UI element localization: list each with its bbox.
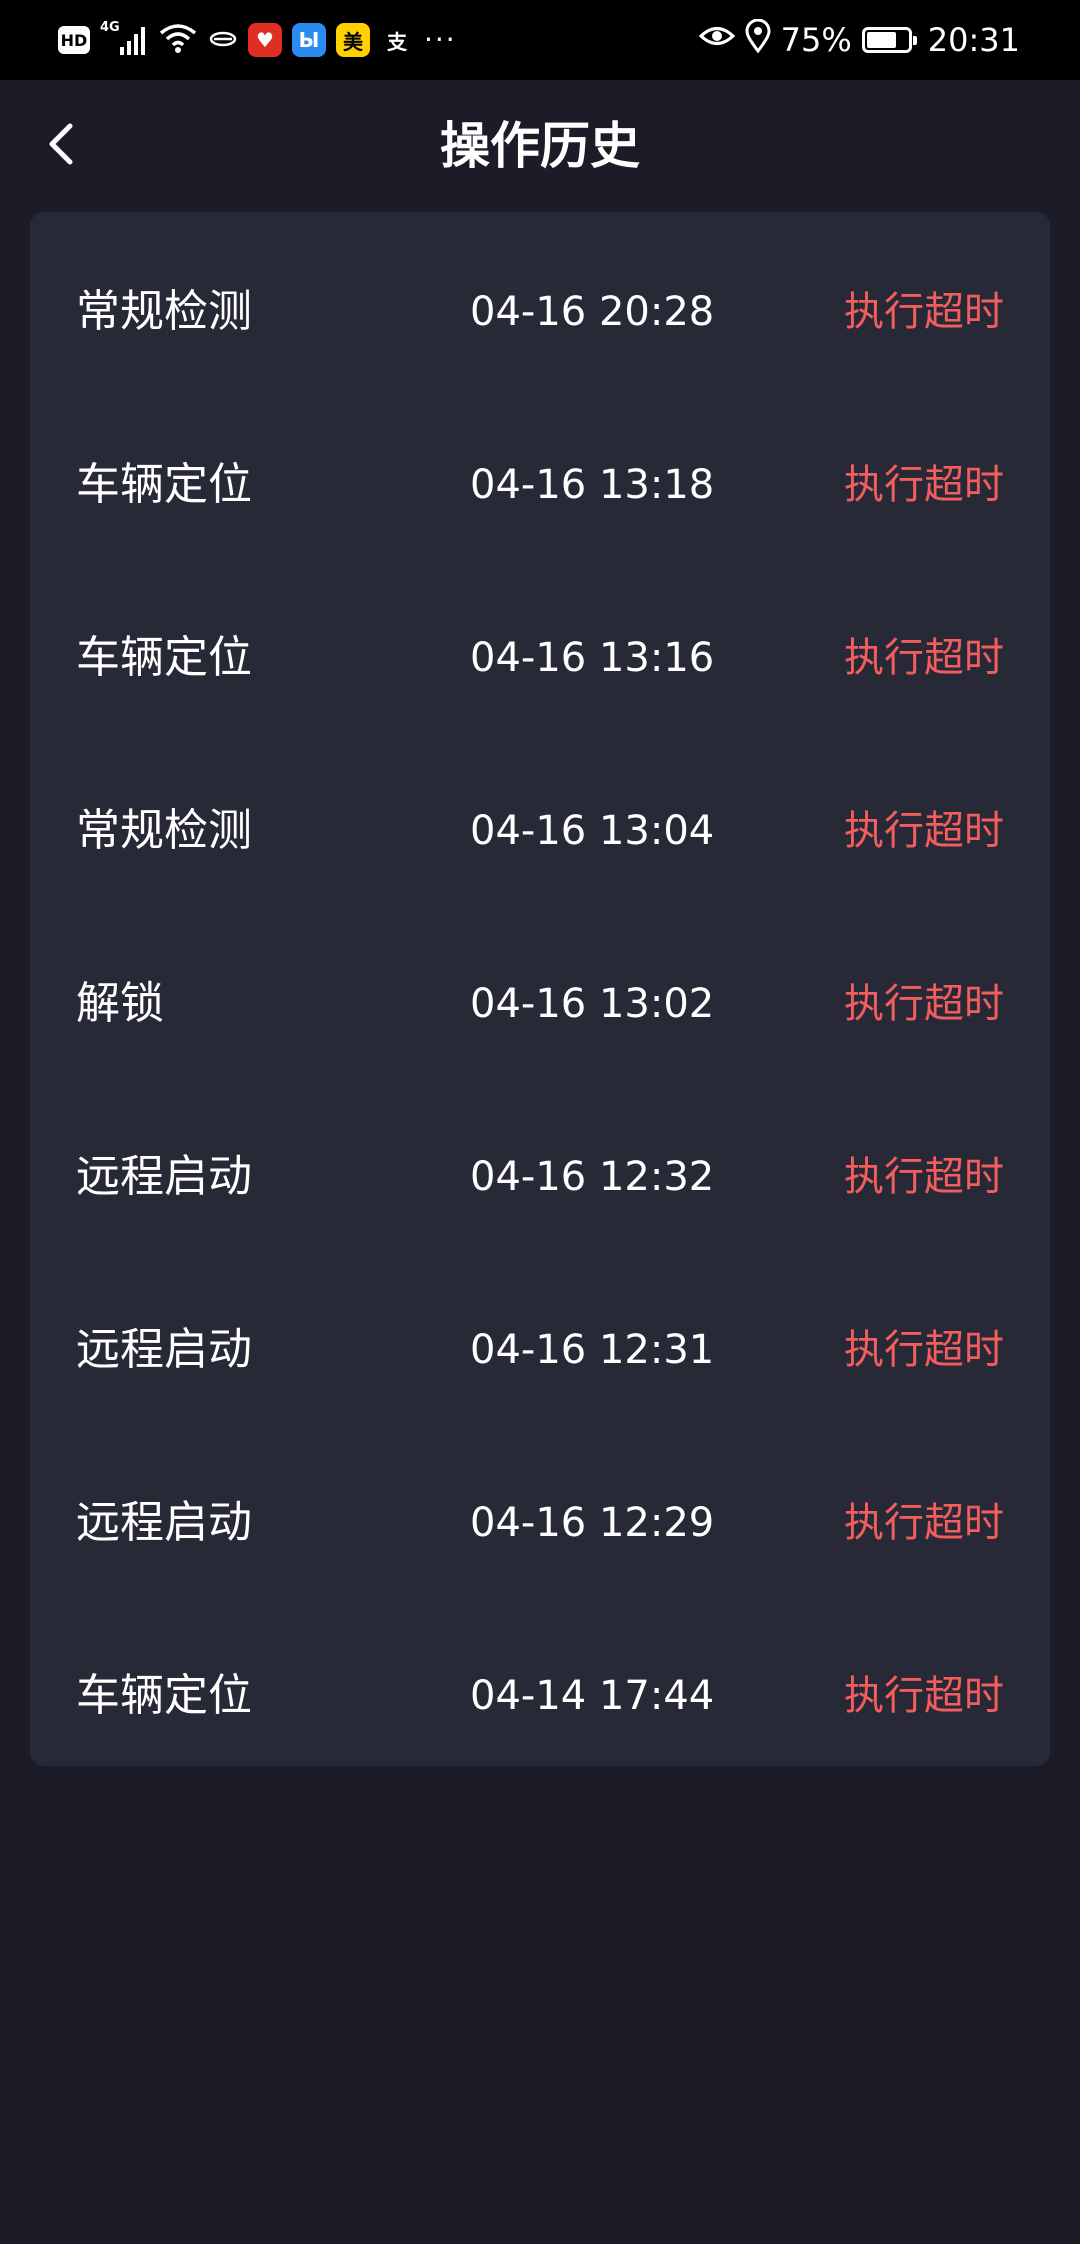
operation-name: 常规检测 <box>76 286 252 337</box>
history-row: 车辆定位 04-16 13:18 执行超时 <box>30 411 1050 584</box>
history-row: 远程启动 04-16 12:32 执行超时 <box>30 1103 1050 1276</box>
operation-name: 车辆定位 <box>76 1670 252 1721</box>
operation-name: 解锁 <box>76 978 164 1029</box>
history-row: 解锁 04-16 13:02 执行超时 <box>30 930 1050 1103</box>
clock: 20:31 <box>927 21 1020 59</box>
wifi-icon <box>158 21 198 59</box>
operation-name: 车辆定位 <box>76 632 252 683</box>
history-row: 常规检测 04-16 20:28 执行超时 <box>30 238 1050 411</box>
status-bar-left: HD 4G ♥ Ы 美 支 ··· <box>58 20 457 60</box>
operation-time: 04-14 17:44 <box>470 1673 715 1719</box>
operation-status: 执行超时 <box>844 635 1004 681</box>
history-row: 远程启动 04-16 12:29 执行超时 <box>30 1449 1050 1622</box>
operation-time: 04-16 12:31 <box>470 1327 715 1373</box>
status-bar-right: 75% 20:31 <box>698 18 1020 62</box>
battery-percent: 75% <box>780 21 852 59</box>
status-bar: HD 4G ♥ Ы 美 支 ··· 75% 20:31 <box>0 0 1080 80</box>
meituan-icon: 美 <box>336 23 370 57</box>
eye-icon <box>698 21 735 59</box>
operation-time: 04-16 12:32 <box>470 1154 715 1200</box>
operation-time: 04-16 13:02 <box>470 981 715 1027</box>
operation-time: 04-16 12:29 <box>470 1500 715 1546</box>
battery-level <box>866 32 896 48</box>
alipay-icon: 支 <box>387 29 407 54</box>
pinduoduo-icon: ♥ <box>248 23 282 57</box>
operation-name: 车辆定位 <box>76 459 252 510</box>
fliggy-icon: Ы <box>292 23 326 57</box>
operation-name: 常规检测 <box>76 805 252 856</box>
operation-status: 执行超时 <box>844 808 1004 854</box>
operation-status: 执行超时 <box>844 1500 1004 1546</box>
operation-status: 执行超时 <box>844 1154 1004 1200</box>
more-notifications-icon: ··· <box>424 23 457 56</box>
operation-time: 04-16 13:04 <box>470 808 715 854</box>
hd-icon: HD <box>58 26 90 54</box>
network-type-label: 4G <box>100 20 120 35</box>
battery-icon <box>861 27 917 53</box>
operation-status: 执行超时 <box>844 1673 1004 1719</box>
operation-status: 执行超时 <box>844 981 1004 1027</box>
location-icon <box>745 18 771 61</box>
operation-name: 远程启动 <box>76 1151 252 1202</box>
cellular-signal-icon: 4G <box>100 20 148 57</box>
page-header: 操作历史 <box>0 80 1080 212</box>
operation-time: 04-16 13:16 <box>470 635 715 681</box>
operation-status: 执行超时 <box>844 1327 1004 1373</box>
history-row: 常规检测 04-16 13:04 执行超时 <box>30 757 1050 930</box>
operation-time: 04-16 20:28 <box>470 289 715 335</box>
history-row: 远程启动 04-16 12:31 执行超时 <box>30 1276 1050 1449</box>
operation-status: 执行超时 <box>844 289 1004 335</box>
operation-status: 执行超时 <box>844 462 1004 508</box>
operation-time: 04-16 13:18 <box>470 462 715 508</box>
page-title: 操作历史 <box>440 117 640 175</box>
operation-name: 远程启动 <box>76 1324 252 1375</box>
history-list: 常规检测 04-16 20:28 执行超时 车辆定位 04-16 13:18 执… <box>30 212 1050 1766</box>
history-row: 车辆定位 04-16 13:16 执行超时 <box>30 584 1050 757</box>
operation-name: 远程启动 <box>76 1497 252 1548</box>
link-icon <box>208 21 238 59</box>
history-row: 车辆定位 04-14 17:44 执行超时 <box>30 1622 1050 1795</box>
